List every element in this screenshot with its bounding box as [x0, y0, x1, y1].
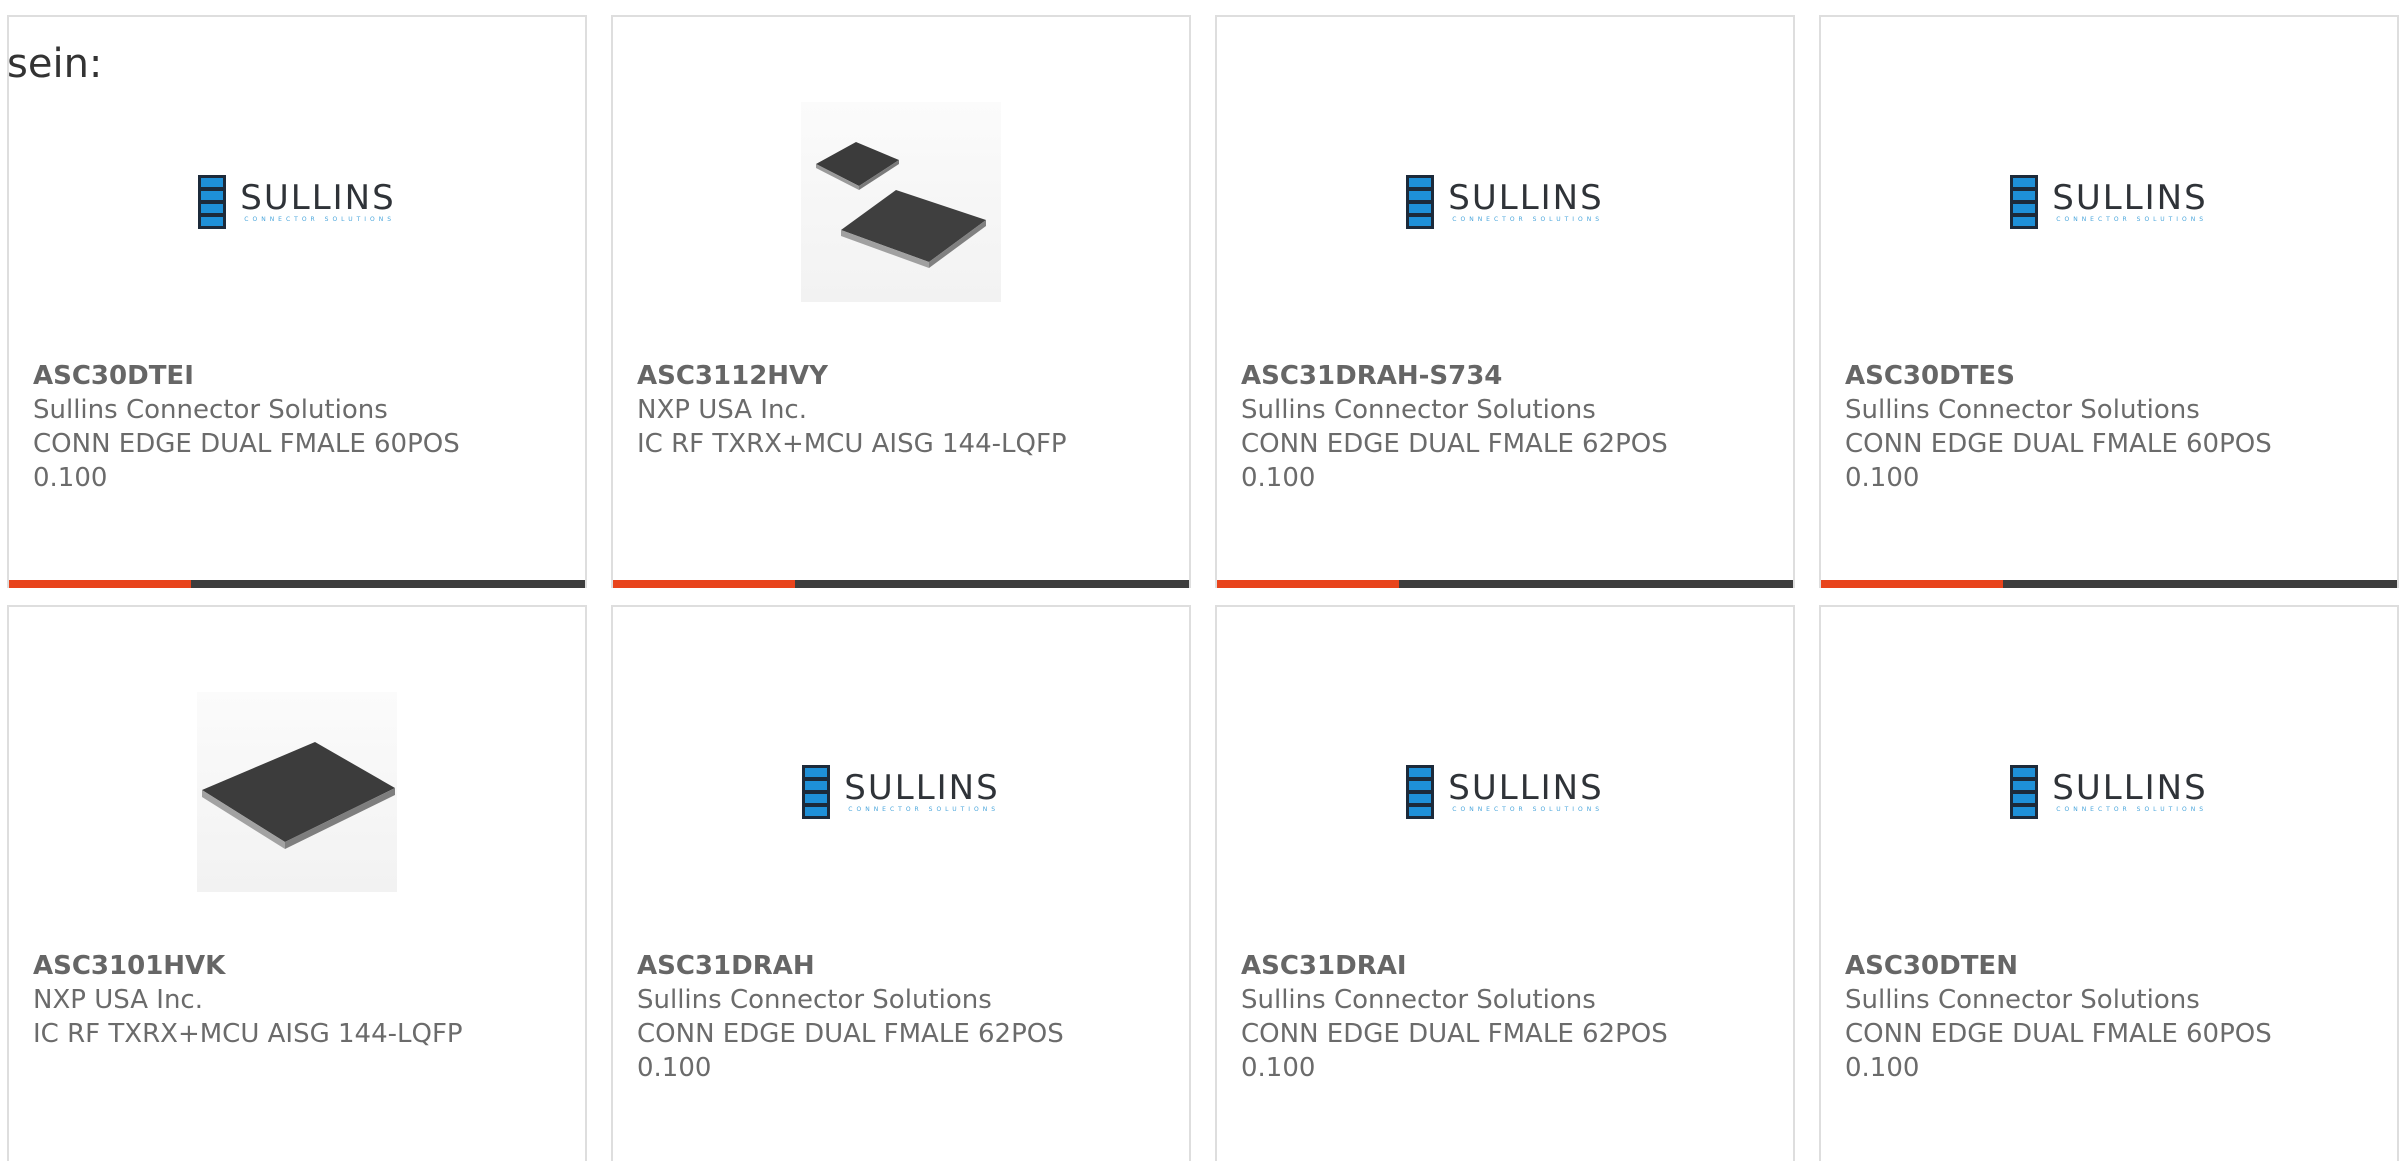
product-card[interactable]: SULLINS CONNECTOR SOLUTIONS ASC31DRAH Su… [611, 605, 1191, 1161]
sullins-mark-icon [1406, 765, 1435, 819]
product-info: ASC31DRAH-S734 Sullins Connector Solutio… [1241, 359, 1773, 495]
manufacturer: Sullins Connector Solutions [1845, 985, 2200, 1015]
sullins-mark-icon [2010, 765, 2039, 819]
logo-name: SULLINS [844, 768, 1000, 808]
logo-tagline: CONNECTOR SOLUTIONS [1452, 216, 1604, 223]
card-bar-accent [9, 580, 191, 588]
product-image: SULLINS CONNECTOR SOLUTIONS [1821, 687, 2397, 897]
part-number[interactable]: ASC31DRAI [1241, 949, 1773, 983]
manufacturer: Sullins Connector Solutions [1845, 395, 2200, 425]
product-card[interactable]: SULLINS CONNECTOR SOLUTIONS ASC30DTES Su… [1819, 15, 2399, 588]
product-info: ASC30DTES Sullins Connector Solutions CO… [1845, 359, 2377, 495]
part-number[interactable]: ASC31DRAH [637, 949, 1169, 983]
card-progress-bar [613, 580, 1189, 588]
product-info: ASC31DRAI Sullins Connector Solutions CO… [1241, 949, 1773, 1085]
sullins-logo: SULLINS CONNECTOR SOLUTIONS [2010, 765, 2207, 819]
description-line-1: IC RF TXRX+MCU AISG 144-LQFP [637, 429, 1067, 459]
part-number[interactable]: ASC30DTEN [1845, 949, 2377, 983]
product-info: ASC31DRAH Sullins Connector Solutions CO… [637, 949, 1169, 1085]
card-progress-bar [1217, 580, 1793, 588]
description-line-1: CONN EDGE DUAL FMALE 62POS [1241, 1019, 1668, 1049]
description-line-1: CONN EDGE DUAL FMALE 60POS [33, 429, 460, 459]
ic-chip-single-icon [202, 742, 395, 849]
product-image: SULLINS CONNECTOR SOLUTIONS [613, 687, 1189, 897]
manufacturer: Sullins Connector Solutions [33, 395, 388, 425]
product-info: ASC30DTEN Sullins Connector Solutions CO… [1845, 949, 2377, 1085]
product-image: SULLINS CONNECTOR SOLUTIONS [1217, 687, 1793, 897]
product-card[interactable]: SULLINS CONNECTOR SOLUTIONS ASC30DTEN Su… [1819, 605, 2399, 1161]
product-image [9, 687, 585, 897]
product-image [613, 97, 1189, 307]
manufacturer: Sullins Connector Solutions [637, 985, 992, 1015]
intro-text: sein: [7, 41, 103, 87]
logo-tagline: CONNECTOR SOLUTIONS [2056, 806, 2208, 813]
part-number[interactable]: ASC3112HVY [637, 359, 1169, 393]
manufacturer: NXP USA Inc. [637, 395, 807, 425]
description-line-1: CONN EDGE DUAL FMALE 60POS [1845, 429, 2272, 459]
part-number[interactable]: ASC3101HVK [33, 949, 565, 983]
description-line-2: 0.100 [1241, 463, 1316, 493]
part-number[interactable]: ASC30DTEI [33, 359, 565, 393]
sullins-mark-icon [1406, 175, 1435, 229]
product-grid: SULLINS CONNECTOR SOLUTIONS ASC30DTEI Su… [7, 15, 2399, 1161]
product-info: ASC3101HVK NXP USA Inc. IC RF TXRX+MCU A… [33, 949, 565, 1051]
sullins-logo: SULLINS CONNECTOR SOLUTIONS [1406, 175, 1603, 229]
product-card[interactable]: SULLINS CONNECTOR SOLUTIONS ASC31DRAI Su… [1215, 605, 1795, 1161]
sullins-logo: SULLINS CONNECTOR SOLUTIONS [198, 175, 395, 229]
product-card[interactable]: SULLINS CONNECTOR SOLUTIONS ASC31DRAH-S7… [1215, 15, 1795, 588]
card-progress-bar [1821, 580, 2397, 588]
logo-tagline: CONNECTOR SOLUTIONS [848, 806, 1000, 813]
product-image: SULLINS CONNECTOR SOLUTIONS [1821, 97, 2397, 307]
logo-name: SULLINS [240, 178, 396, 218]
card-progress-bar [9, 580, 585, 588]
card-bar-accent [1821, 580, 2003, 588]
description-line-1: CONN EDGE DUAL FMALE 62POS [637, 1019, 1064, 1049]
sullins-logo: SULLINS CONNECTOR SOLUTIONS [1406, 765, 1603, 819]
page: sein: SULLINS CONNECTOR SOLUTIONS ASC30D… [0, 0, 2400, 1161]
logo-name: SULLINS [2052, 178, 2208, 218]
product-image: SULLINS CONNECTOR SOLUTIONS [1217, 97, 1793, 307]
product-image: SULLINS CONNECTOR SOLUTIONS [9, 97, 585, 307]
logo-tagline: CONNECTOR SOLUTIONS [1452, 806, 1604, 813]
product-info: ASC30DTEI Sullins Connector Solutions CO… [33, 359, 565, 495]
product-info: ASC3112HVY NXP USA Inc. IC RF TXRX+MCU A… [637, 359, 1169, 461]
description-line-1: CONN EDGE DUAL FMALE 60POS [1845, 1019, 2272, 1049]
description-line-2: 0.100 [1845, 1053, 1920, 1083]
logo-name: SULLINS [1448, 768, 1604, 808]
sullins-mark-icon [802, 765, 831, 819]
card-bar-accent [613, 580, 795, 588]
product-card[interactable]: ASC3101HVK NXP USA Inc. IC RF TXRX+MCU A… [7, 605, 587, 1161]
description-line-2: 0.100 [1845, 463, 1920, 493]
part-number[interactable]: ASC30DTES [1845, 359, 2377, 393]
logo-tagline: CONNECTOR SOLUTIONS [2056, 216, 2208, 223]
manufacturer: NXP USA Inc. [33, 985, 203, 1015]
ic-chip-pair-image [801, 102, 1001, 302]
sullins-logo: SULLINS CONNECTOR SOLUTIONS [2010, 175, 2207, 229]
ic-chip-pair-icon [816, 142, 986, 268]
description-line-1: CONN EDGE DUAL FMALE 62POS [1241, 429, 1668, 459]
product-card[interactable]: ASC3112HVY NXP USA Inc. IC RF TXRX+MCU A… [611, 15, 1191, 588]
description-line-2: 0.100 [1241, 1053, 1316, 1083]
description-line-2: 0.100 [33, 463, 108, 493]
manufacturer: Sullins Connector Solutions [1241, 395, 1596, 425]
ic-chip-single-image [197, 692, 397, 892]
card-bar-accent [1217, 580, 1399, 588]
logo-name: SULLINS [1448, 178, 1604, 218]
sullins-mark-icon [2010, 175, 2039, 229]
sullins-logo: SULLINS CONNECTOR SOLUTIONS [802, 765, 999, 819]
logo-tagline: CONNECTOR SOLUTIONS [244, 216, 396, 223]
product-card[interactable]: SULLINS CONNECTOR SOLUTIONS ASC30DTEI Su… [7, 15, 587, 588]
part-number[interactable]: ASC31DRAH-S734 [1241, 359, 1773, 393]
logo-name: SULLINS [2052, 768, 2208, 808]
description-line-1: IC RF TXRX+MCU AISG 144-LQFP [33, 1019, 463, 1049]
sullins-mark-icon [198, 175, 227, 229]
description-line-2: 0.100 [637, 1053, 712, 1083]
manufacturer: Sullins Connector Solutions [1241, 985, 1596, 1015]
